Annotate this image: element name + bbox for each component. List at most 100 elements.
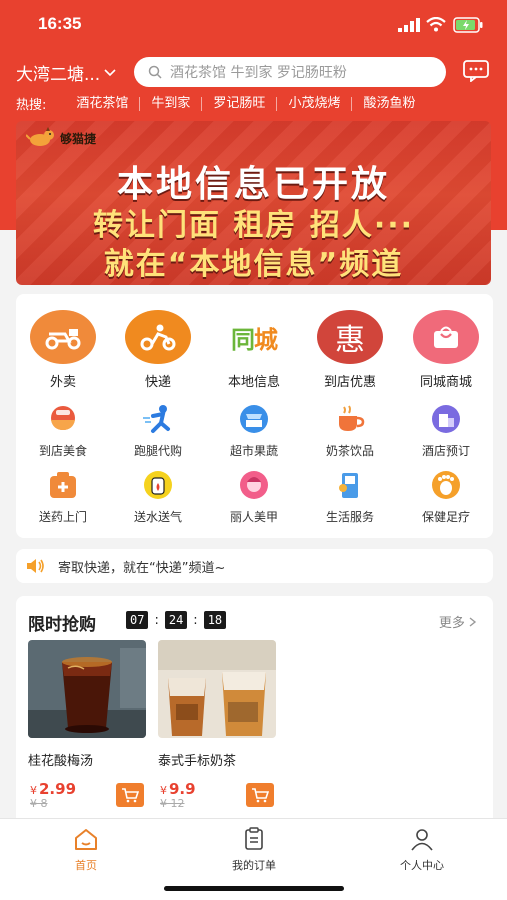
wifi-icon (426, 17, 446, 32)
hot-tag[interactable]: 酸汤鱼粉 (351, 96, 426, 111)
notice-bar[interactable]: 寄取快递，就在“快递”频道~ (16, 549, 493, 583)
product-name: 泰式手标奶茶 (158, 754, 237, 769)
category-songshui-songqi[interactable]: 送水送气 (112, 470, 204, 525)
supermarket-icon (237, 404, 271, 434)
status-time: 16:35 (38, 14, 82, 33)
tongcheng-logo-icon: 同城 (221, 310, 287, 364)
hot-search-bar: 热搜: 酒花茶馆 牛到家 罗记肠旺 小茂烧烤 酸汤鱼粉 (16, 94, 426, 113)
hot-search-label: 热搜: (16, 98, 47, 113)
category-naicha-yinpin[interactable]: 奶茶饮品 (304, 404, 396, 459)
tab-orders[interactable]: 我的订单 (204, 827, 304, 873)
category-waimai[interactable]: 外卖 (17, 310, 109, 390)
category-kuaidi[interactable]: 快递 (112, 310, 204, 390)
notice-text: 寄取快递，就在“快递”频道~ (58, 560, 226, 576)
speaker-icon (27, 559, 44, 573)
category-tongcheng-shangcheng[interactable]: 同城商城 (400, 310, 492, 390)
home-indicator (164, 886, 344, 891)
category-jiudian-yuding[interactable]: 酒店预订 (400, 404, 492, 459)
more-label: 更多 (438, 616, 465, 631)
category-label: 外卖 (49, 375, 76, 390)
tab-home[interactable]: 首页 (36, 827, 136, 873)
category-liren-meijia[interactable]: 丽人美甲 (208, 470, 300, 525)
banner-logo: 够猫捷 (26, 127, 96, 149)
flash-sale-section: 限时抢购 07 : 24 : 18 更多 桂花酸梅汤 ¥2.99 ¥ 8 泰式手… (16, 596, 493, 818)
home-icon (75, 829, 97, 850)
category-daodian-youhui[interactable]: 惠 到店优惠 (304, 310, 396, 390)
tab-label: 首页 (75, 859, 97, 872)
food-bowl-icon (46, 404, 80, 434)
life-service-icon (333, 470, 367, 500)
product-price: ¥2.99 (30, 780, 77, 798)
hot-tag[interactable]: 小茂烧烤 (276, 96, 351, 111)
banner-logo-text: 够猫捷 (60, 131, 97, 146)
delivery-bike-icon (30, 310, 96, 364)
order-list-icon (245, 827, 263, 850)
category-shenghuo-fuwu[interactable]: 生活服务 (304, 470, 396, 525)
chevron-right-icon (469, 617, 477, 627)
category-label: 超市果蔬 (229, 444, 278, 458)
category-daodian-meishi[interactable]: 到店美食 (17, 404, 109, 459)
category-label: 奶茶饮品 (325, 444, 374, 458)
more-link[interactable]: 更多 (439, 612, 477, 631)
category-songyao[interactable]: 送药上门 (17, 470, 109, 525)
category-label: 到店美食 (38, 444, 87, 458)
hot-tag[interactable]: 牛到家 (139, 96, 201, 111)
battery-icon (453, 17, 483, 33)
category-label: 生活服务 (325, 510, 374, 524)
chevron-down-icon (104, 68, 116, 76)
hot-tag[interactable]: 罗记肠旺 (201, 96, 276, 111)
flash-sale-title: 限时抢购 (28, 615, 96, 635)
category-label: 保健足疗 (421, 510, 470, 524)
user-icon (411, 829, 433, 851)
location-selector[interactable]: 大湾二塘... (16, 60, 116, 85)
hot-tag[interactable]: 酒花茶馆 (62, 96, 139, 111)
banner-subline: 就在“本地信息”频道 (103, 247, 404, 282)
category-bendi-xinxi[interactable]: 同城 本地信息 (208, 310, 300, 390)
search-placeholder: 酒花茶馆 牛到家 罗记肠旺粉 (170, 65, 347, 81)
product-old-price: ¥ 12 (160, 797, 185, 810)
cellular-signal-icon (398, 18, 420, 32)
category-label: 快递 (144, 375, 171, 390)
product-image (28, 640, 146, 738)
category-label: 到店优惠 (323, 375, 376, 390)
category-label: 丽人美甲 (229, 510, 278, 524)
category-grid: 外卖 快递 同城 本地信息 惠 到店优惠 同城商城 到店美食 跑腿代购 超市果蔬… (16, 294, 493, 538)
countdown-seconds: 18 (203, 611, 227, 629)
message-icon[interactable] (463, 60, 489, 82)
runner-icon (141, 404, 175, 434)
cart-icon (252, 788, 269, 803)
category-chaoshi-guoshu[interactable]: 超市果蔬 (208, 404, 300, 459)
dog-logo-icon (26, 127, 54, 146)
tab-label: 个人中心 (400, 859, 444, 872)
category-label: 同城商城 (419, 375, 472, 390)
courier-rider-icon (125, 310, 191, 364)
category-label: 酒店预订 (421, 444, 470, 458)
banner-subline: 转让门面 租房 招人··· (92, 208, 415, 243)
countdown-minutes: 24 (164, 611, 188, 629)
product-name: 桂花酸梅汤 (28, 754, 94, 769)
add-to-cart-button[interactable] (116, 783, 144, 807)
category-label: 送水送气 (133, 510, 182, 524)
product-price: ¥9.9 (160, 780, 196, 798)
countdown-timer: 07 : 24 : 18 (126, 611, 227, 629)
add-to-cart-button[interactable] (246, 783, 274, 807)
tea-cup-icon (333, 404, 367, 434)
water-gas-icon (141, 470, 175, 500)
tab-label: 我的订单 (232, 859, 276, 872)
category-baojian-zuliao[interactable]: 保健足疗 (400, 470, 492, 525)
product-card[interactable]: 桂花酸梅汤 ¥2.99 ¥ 8 (28, 640, 146, 810)
hui-discount-icon: 惠 (317, 310, 383, 364)
medicine-box-icon (46, 470, 80, 500)
category-label: 本地信息 (227, 375, 280, 390)
promo-banner[interactable]: 够猫捷 本地信息已开放 转让门面 租房 招人··· 就在“本地信息”频道 (16, 121, 491, 285)
location-label: 大湾二塘... (16, 65, 101, 85)
tab-profile[interactable]: 个人中心 (372, 827, 472, 873)
product-card[interactable]: 泰式手标奶茶 ¥9.9 ¥ 12 (158, 640, 276, 810)
search-input[interactable]: 酒花茶馆 牛到家 罗记肠旺粉 (134, 57, 446, 87)
category-paotui[interactable]: 跑腿代购 (112, 404, 204, 459)
beauty-icon (237, 470, 271, 500)
product-image (158, 640, 276, 738)
category-label: 送药上门 (38, 510, 87, 524)
status-bar: 16:35 (0, 0, 507, 48)
foot-spa-icon (429, 470, 463, 500)
